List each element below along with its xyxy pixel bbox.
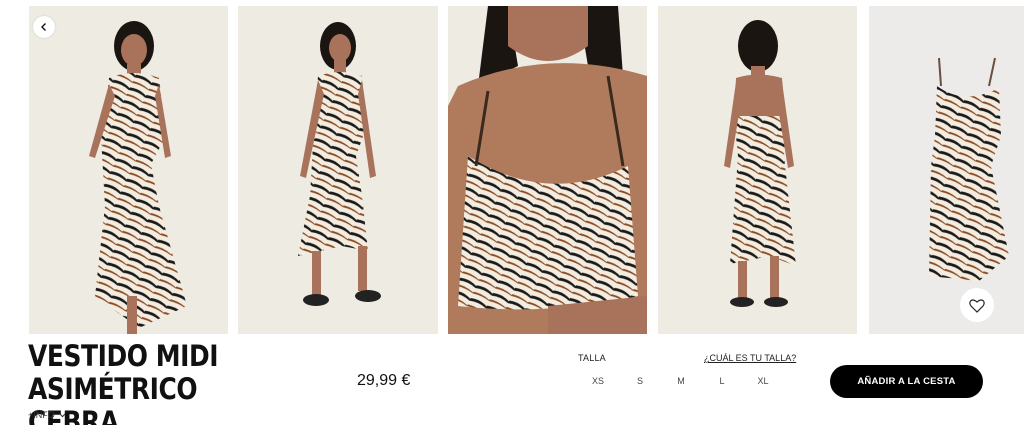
size-option-m[interactable]: M — [667, 376, 695, 386]
size-options: XS S M L XL — [578, 376, 778, 390]
size-guide-link[interactable]: ¿CUÁL ES TU TALLA? — [704, 353, 796, 363]
size-option-xl[interactable]: XL — [749, 376, 777, 386]
size-label: TALLA — [578, 353, 606, 363]
size-option-xs[interactable]: XS — [584, 376, 612, 386]
heart-icon — [969, 298, 985, 313]
size-option-s[interactable]: S — [626, 376, 654, 386]
product-photo-detail[interactable] — [448, 6, 647, 334]
more-info-label: +INFO — [28, 410, 55, 420]
add-to-cart-button[interactable]: AÑADIR A LA CESTA — [830, 365, 983, 398]
chevron-left-icon — [41, 23, 46, 31]
product-title-line2: ASIMÉTRICO CEBRA — [28, 372, 198, 425]
product-title-line1: VESTIDO MIDI — [28, 339, 219, 373]
more-info-toggle[interactable]: +INFO — [28, 410, 66, 420]
product-photo-front[interactable] — [29, 6, 228, 334]
favorite-button[interactable] — [960, 288, 994, 322]
product-photo-front-full[interactable] — [238, 6, 438, 334]
product-photo-flat[interactable] — [869, 6, 1024, 334]
product-title: VESTIDO MIDI ASIMÉTRICO CEBRA — [28, 340, 286, 425]
size-option-l[interactable]: L — [708, 376, 736, 386]
product-price: 29,99 € — [357, 372, 411, 389]
back-button[interactable] — [33, 16, 55, 38]
chevron-down-icon — [59, 413, 66, 417]
product-image-gallery — [0, 6, 1024, 334]
product-photo-back[interactable] — [658, 6, 857, 334]
